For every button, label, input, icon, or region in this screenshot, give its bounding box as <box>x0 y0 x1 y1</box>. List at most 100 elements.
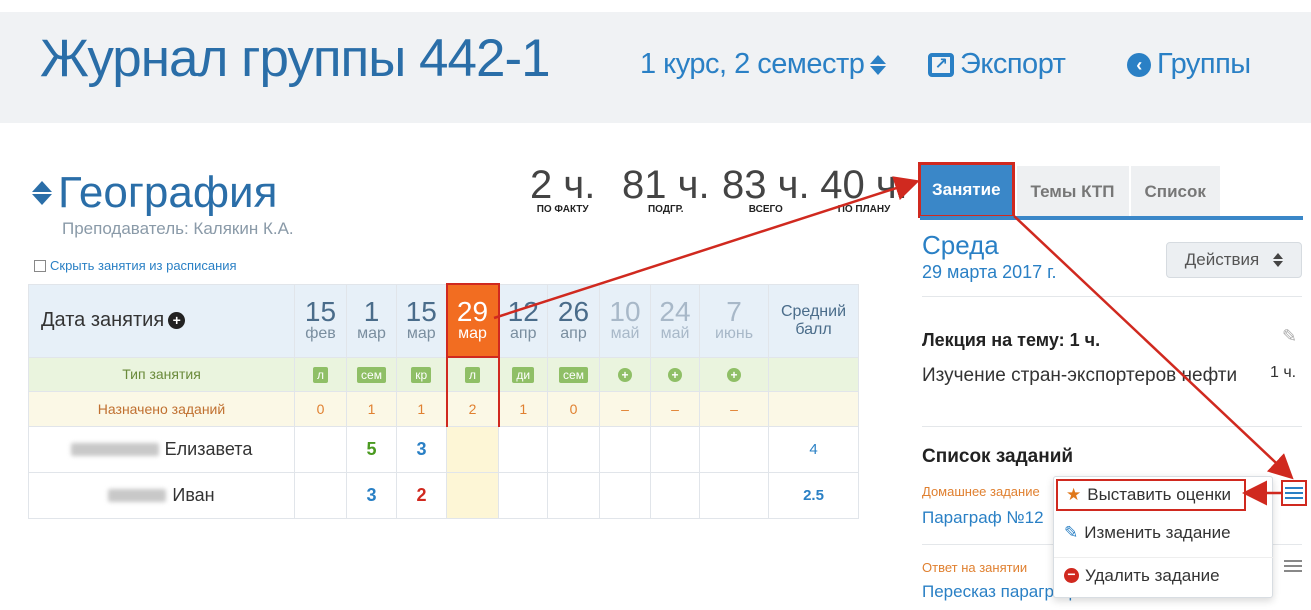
grade-cell[interactable] <box>498 425 548 473</box>
subject-select[interactable]: География <box>32 168 277 218</box>
student-name-cell: Елизавета <box>28 425 295 473</box>
grade-cell[interactable] <box>699 471 769 519</box>
grade-cell[interactable] <box>547 471 600 519</box>
average-grade: 2.5 <box>768 471 859 519</box>
star-icon: ★ <box>1066 485 1082 504</box>
date-column-header[interactable]: 1 мар <box>346 283 397 358</box>
date-day: 7 <box>726 295 742 327</box>
grade-cell[interactable] <box>699 425 769 473</box>
edit-task-label: Изменить задание <box>1084 523 1231 542</box>
tasks-count-cell: – <box>650 390 700 427</box>
lesson-type-cell[interactable]: кр <box>396 356 447 392</box>
date-column-header[interactable]: 10 май <box>599 283 651 358</box>
actions-dropdown[interactable]: Действия <box>1166 242 1302 278</box>
export-icon: ↗ <box>928 52 954 77</box>
date-day: 29 <box>456 295 489 327</box>
date-month: мар <box>406 324 436 342</box>
delete-task-label: Удалить задание <box>1085 565 1220 585</box>
student-row: Иван 3 2 2.5 <box>28 471 859 519</box>
grade-value: 2 <box>416 484 427 505</box>
task-menu-button[interactable] <box>1281 480 1307 506</box>
tab-list[interactable]: Список <box>1130 166 1220 218</box>
page-title: Журнал группы 442-1 <box>40 29 551 88</box>
menu-icon <box>1284 560 1302 572</box>
sort-arrows-icon <box>32 181 52 205</box>
tasks-count-cell: 2 <box>445 390 500 427</box>
grade-cell[interactable] <box>294 425 347 473</box>
hide-lessons-label: Скрыть занятия из расписания <box>50 258 237 273</box>
add-lesson-icon[interactable]: + <box>168 312 186 330</box>
lecture-topic: Изучение стран-экспортеров нефти <box>922 365 1238 386</box>
grade-cell[interactable] <box>446 471 499 519</box>
date-month: апр <box>560 324 587 342</box>
grade-cell[interactable]: 3 <box>346 471 397 519</box>
task-list-title: Список заданий <box>922 446 1074 467</box>
date-column-header[interactable]: 12 апр <box>498 283 548 358</box>
grade-value: 5 <box>366 438 377 459</box>
grade-cell[interactable] <box>650 471 700 519</box>
avg-empty-cell <box>768 390 859 427</box>
pencil-icon: ✎ <box>1064 523 1079 542</box>
divider <box>922 426 1302 427</box>
date-month: мар <box>458 324 487 342</box>
blurred-surname <box>70 443 159 457</box>
groups-link[interactable]: ‹ Группы <box>1127 48 1251 81</box>
lesson-type-cell[interactable]: + <box>599 356 651 392</box>
semester-select[interactable]: 1 курс, 2 семестр <box>640 48 887 81</box>
date-column-header[interactable]: 15 фев <box>294 283 347 358</box>
add-type-icon: + <box>618 367 632 382</box>
lesson-type-cell[interactable]: + <box>699 356 769 392</box>
lesson-date: 29 марта 2017 г. <box>922 262 1057 282</box>
tab-lesson[interactable]: Занятие <box>918 162 1015 218</box>
date-column-header[interactable]: 7 июнь <box>699 283 769 358</box>
add-type-icon: + <box>668 367 682 382</box>
delete-task-item[interactable]: − Удалить задание <box>1054 557 1274 593</box>
grade-cell[interactable] <box>650 425 700 473</box>
tabs-underline <box>920 216 1303 220</box>
lesson-type-cell[interactable]: л <box>445 356 500 392</box>
date-column-header[interactable]: 29 мар <box>445 283 500 358</box>
grade-cell[interactable] <box>599 425 651 473</box>
lesson-type-cell[interactable]: ди <box>498 356 548 392</box>
tasks-count-cell: 0 <box>547 390 600 427</box>
avg-empty-cell <box>768 356 859 392</box>
checkbox-box[interactable] <box>34 259 46 272</box>
tab-ktp-topics[interactable]: Темы КТП <box>1016 166 1129 218</box>
add-type-icon: + <box>727 367 741 382</box>
pencil-icon[interactable]: ✎ <box>1282 326 1297 347</box>
hide-lessons-checkbox[interactable]: Скрыть занятия из расписания <box>34 258 237 273</box>
stat-plan: 40 ч. ПО ПЛАНУ <box>818 168 910 215</box>
panel-tabs: Занятие Темы КТП Список <box>918 162 1222 218</box>
date-column-header[interactable]: 15 мар <box>396 283 447 358</box>
divider <box>922 296 1302 297</box>
lesson-type-cell[interactable]: сем <box>547 356 600 392</box>
lesson-type-cell[interactable]: сем <box>346 356 397 392</box>
average-grade: 4 <box>768 425 859 473</box>
date-column-header[interactable]: 26 апр <box>547 283 600 358</box>
grade-cell[interactable] <box>498 471 548 519</box>
stat-total: 83 ч. ВСЕГО <box>722 165 810 215</box>
grade-cell[interactable]: 5 <box>346 425 397 473</box>
date-month: фев <box>305 324 336 342</box>
teacher-name: Преподаватель: Калякин К.А. <box>62 219 294 238</box>
export-link[interactable]: ↗ Экспорт <box>928 48 1066 81</box>
grade-cell[interactable] <box>294 471 347 519</box>
grade-cell[interactable]: 3 <box>396 425 447 473</box>
tasks-row-label: Назначено заданий <box>28 390 295 427</box>
task-link[interactable]: Параграф №12 <box>922 508 1044 528</box>
export-label: Экспорт <box>960 48 1066 80</box>
stat-value: 40 ч. <box>820 168 908 207</box>
grade-cell[interactable]: 2 <box>396 471 447 519</box>
tasks-count-cell: – <box>699 390 769 427</box>
task-menu-button[interactable] <box>1284 560 1302 572</box>
lesson-type-cell[interactable]: + <box>650 356 700 392</box>
grade-cell[interactable] <box>599 471 651 519</box>
date-column-header[interactable]: 24 май <box>650 283 700 358</box>
edit-task-item[interactable]: ✎ Изменить задание <box>1054 515 1274 551</box>
lesson-type-cell[interactable]: л <box>294 356 347 392</box>
grade-cell[interactable] <box>547 425 600 473</box>
sort-arrows-icon <box>1273 253 1284 267</box>
stat-fact: 2 ч. ПО ФАКТУ <box>530 165 595 215</box>
set-grades-item[interactable]: ★ Выставить оценки <box>1056 479 1246 511</box>
grade-cell[interactable] <box>446 425 499 473</box>
